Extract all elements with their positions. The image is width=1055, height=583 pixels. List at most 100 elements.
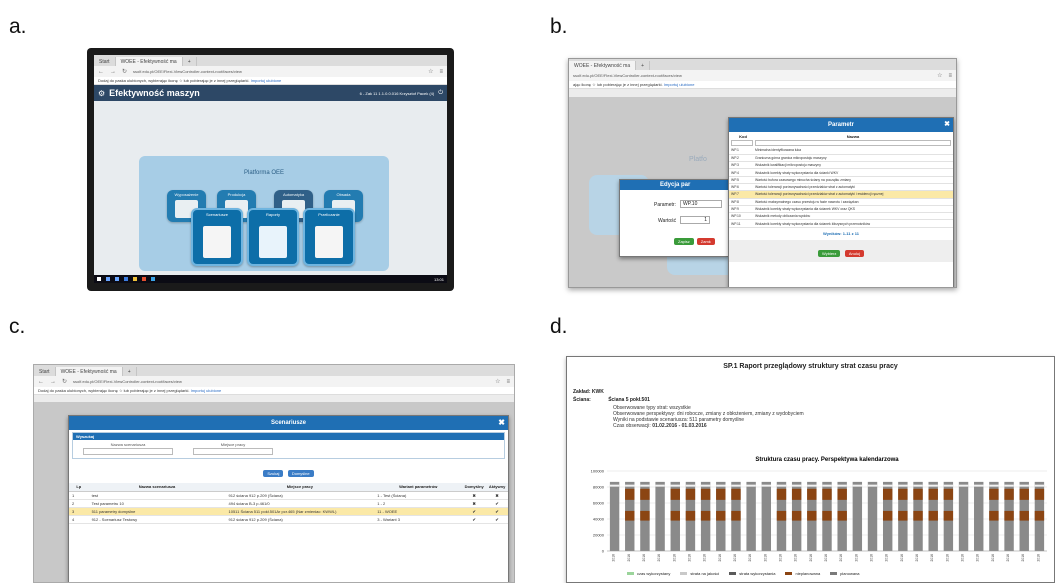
import-favorites-link[interactable]: Importuj ulubione (664, 82, 695, 87)
search-section: Wyszukaj Nazwa scenariusza Miejsce pracy (72, 432, 505, 459)
work-place-input[interactable] (193, 448, 273, 455)
scenario-row[interactable]: 2 Test parametru 10 494 ściana B-3 p.461/0… (69, 499, 508, 508)
refresh-icon[interactable]: ↻ (62, 378, 67, 385)
parameter-row[interactable]: WP.11 Wskaźnik korekty straty wykorzystan… (729, 219, 953, 228)
favorite-star-icon[interactable]: ☆ (495, 378, 500, 385)
bar-segment-unplanned (989, 510, 999, 521)
tab-app[interactable]: WOEE - Efektywność ma (55, 367, 123, 376)
tile-raporty[interactable]: Raporty (247, 208, 299, 266)
tile-przeliczanie[interactable]: Przeliczanie (303, 208, 355, 266)
parameter-row[interactable]: WP.1 Minimalna identyfikowana luka (729, 147, 953, 155)
parameter-row[interactable]: WP.10 Wskaźnik metody obliczania wydobu (729, 212, 953, 221)
power-icon[interactable]: ⏻ (438, 90, 443, 97)
bar-segment-unplanned (640, 510, 650, 521)
filter-nazwa-input[interactable] (755, 140, 951, 146)
parameter-row[interactable]: WP.4 Wskaźnik korekty straty wykorzystani… (729, 168, 953, 177)
hub-icon[interactable]: ≡ (948, 73, 952, 79)
favorite-star-icon[interactable]: ☆ (428, 68, 433, 75)
import-favorites-link[interactable]: Importuj ulubione (191, 388, 222, 393)
parameter-row[interactable]: WP.5 Wartość bufora czasowego minucha ści… (729, 176, 953, 185)
url-field[interactable]: ssolf.edu.pl/OEE/Flexi-ViewController-co… (133, 69, 422, 74)
label-c: c. (9, 315, 26, 338)
zaklad-line: Zakład: KWK (573, 389, 604, 395)
filter-kod-input[interactable] (731, 140, 753, 146)
parametr-field[interactable]: WP.10 (680, 200, 722, 208)
search-icon[interactable] (106, 277, 110, 281)
parameter-dialog-header: Parametr ✖ (729, 118, 953, 132)
store-icon[interactable] (151, 277, 155, 281)
save-button[interactable]: Zapisz (674, 238, 694, 245)
parameter-row[interactable]: WP.2 Graniczna górna granica mikropostoju… (729, 154, 953, 163)
parameter-row[interactable]: WP.6 Wartość tolerancji porównywalności p… (729, 183, 953, 192)
bar-segment-unplanned (928, 488, 938, 500)
close-icon[interactable]: ✖ (498, 418, 505, 428)
cancel-button[interactable]: Anuluj (844, 249, 864, 257)
parameter-code: WP.5 (729, 176, 753, 185)
new-tab-button[interactable]: + (636, 61, 651, 70)
bar-data-label (974, 484, 984, 487)
tab-app[interactable]: WOEE - Efektywność ma (569, 61, 637, 70)
column-header[interactable]: Domyślny (462, 483, 487, 492)
bar-segment-unplanned (822, 488, 832, 500)
x-tick-label: 2016 (733, 554, 737, 562)
column-header[interactable]: Wariant parametrów (374, 483, 463, 492)
y-tick-label: 20000 (593, 533, 605, 538)
task-view-icon[interactable] (115, 277, 119, 281)
new-tab-button[interactable]: + (123, 367, 137, 376)
parameter-row[interactable]: WP.8 Wartość maksymalnego czasu przestoju… (729, 198, 953, 206)
start-icon[interactable] (97, 277, 101, 281)
bar-segment-unplanned (913, 510, 923, 521)
close-icon[interactable]: ✖ (944, 121, 950, 130)
chrome-icon[interactable] (142, 277, 146, 281)
tab-app[interactable]: WOEE - Efektywność ma (115, 57, 183, 66)
explorer-icon[interactable] (133, 277, 137, 281)
scenario-row[interactable]: 3 511 parametry domyślne 10511 Ściana 511 … (69, 507, 508, 516)
forward-icon[interactable]: → (50, 379, 56, 385)
wartosc-field[interactable]: 1 (680, 216, 710, 224)
parameter-name: Wartość bufora czasowego minucha ściany … (753, 176, 953, 185)
import-favorites-link[interactable]: Importuj ulubione (251, 78, 282, 83)
parameter-row[interactable]: WP.7 Wartość tolerancji porównywalności p… (729, 190, 953, 199)
bar-data-label (807, 484, 817, 487)
bar-data-label (685, 484, 696, 487)
edit-dialog-title: Edycja par (620, 180, 728, 190)
bar-data-label (1034, 484, 1045, 487)
refresh-icon[interactable]: ↻ (122, 68, 127, 75)
hub-icon[interactable]: ≡ (439, 69, 443, 75)
bar-segment-unplanned (928, 510, 938, 521)
parameter-row[interactable]: WP.9 Wskaźnik korekty straty wykorzystani… (729, 205, 953, 214)
scenario-row[interactable]: 1 test 912 ściana 912 p.209 (Ściana) 1 - Te… (69, 491, 508, 500)
x-tick-label: 2016 (627, 554, 631, 562)
parameter-name: Wskaźnik metody obliczania wydobu (753, 212, 953, 221)
new-tab-button[interactable]: + (183, 57, 197, 66)
forward-icon[interactable]: → (110, 69, 116, 75)
edge-icon[interactable] (124, 277, 128, 281)
parameter-name: Wskaźnik korekty straty wykorzystania dl… (753, 168, 953, 177)
column-header[interactable]: Nazwa scenariusza (88, 483, 226, 492)
favorite-star-icon[interactable]: ☆ (937, 72, 942, 79)
column-header[interactable]: Lp (69, 483, 89, 492)
address-bar: ← → ↻ ssolf.edu.pl/OEE/Flexi-ViewControl… (34, 376, 514, 387)
select-button[interactable]: Wybierz (818, 249, 841, 257)
bar-data-label (609, 484, 620, 487)
back-icon[interactable]: ← (38, 379, 44, 385)
url-field[interactable]: ssolf.edu.pl/OEE/Flexi-ViewController-co… (73, 379, 489, 384)
tile-scenariusze[interactable]: Scenariusze (191, 208, 243, 266)
column-header[interactable]: Aktywny (486, 483, 508, 492)
bar-data-label (670, 484, 680, 487)
x-tick-label: 2016 (839, 554, 843, 562)
parameter-row[interactable]: WP.3 Wskaźnik kwalifikacji mikropostoju m… (729, 161, 953, 170)
back-icon[interactable]: ← (98, 69, 104, 75)
default-button[interactable]: Domyślne (287, 470, 314, 477)
label-miejsce-pracy: Miejsce pracy (220, 442, 246, 447)
hub-icon[interactable]: ≡ (506, 379, 510, 385)
url-field[interactable]: ssolf.edu.pl/OEE/Flexi-ViewController-co… (573, 73, 931, 78)
scenario-row[interactable]: 4 912 - Scenariusz Testowy 912 ściana 912 … (69, 515, 508, 524)
tab-start[interactable]: Start (94, 57, 116, 66)
scenario-name-input[interactable] (83, 448, 173, 455)
chart-title: Struktura czasu pracy. Perspektywa kalen… (755, 457, 899, 463)
search-button[interactable]: Szukaj (263, 470, 284, 477)
tab-start[interactable]: Start (34, 367, 56, 376)
close-button[interactable]: Zamk (696, 238, 715, 245)
column-header[interactable]: Miejsce pracy (225, 483, 375, 492)
